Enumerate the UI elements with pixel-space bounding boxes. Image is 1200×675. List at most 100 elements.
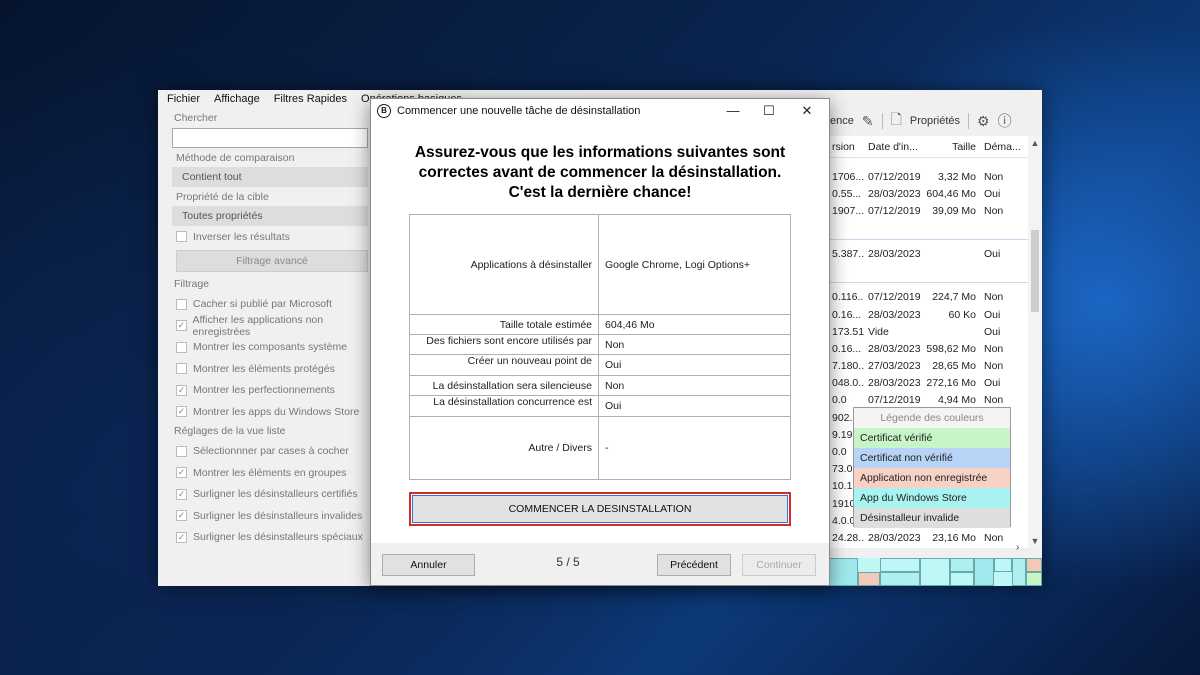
- treemap-cell[interactable]: [994, 558, 1012, 572]
- cell-date: 28/03/2023: [868, 248, 921, 261]
- table-row[interactable]: 5.387... 28/03/2023 Oui: [828, 246, 1028, 263]
- edit-icon[interactable]: ✎: [862, 113, 874, 130]
- filter-checkbox[interactable]: ✓ Surligner les désinstalleurs invalides: [166, 505, 374, 527]
- column-startup[interactable]: Déma...: [980, 141, 1028, 153]
- scroll-down-icon[interactable]: ▼: [1028, 536, 1042, 546]
- treemap-cell[interactable]: [880, 558, 920, 572]
- treemap-cell[interactable]: [974, 558, 994, 586]
- continue-button[interactable]: Continuer: [742, 554, 816, 576]
- group-separator: [828, 220, 1028, 240]
- target-select[interactable]: Toutes propriétés: [172, 206, 368, 226]
- scroll-thumb[interactable]: [1031, 230, 1039, 312]
- table-row[interactable]: 0.16... 28/03/2023 598,62 Mo Non: [828, 340, 1028, 357]
- checkbox-icon: [176, 231, 187, 243]
- cell-version: 173.51: [832, 325, 864, 338]
- cell-version: 1907....: [832, 204, 864, 217]
- info-icon[interactable]: ⓘ: [998, 111, 1012, 131]
- summary-value: Non: [598, 334, 791, 355]
- cell-version: 0.55...: [832, 187, 862, 200]
- menu-file[interactable]: Fichier: [167, 93, 200, 105]
- legend-title: Légende des couleurs: [880, 412, 984, 424]
- treemap-cell[interactable]: [1026, 558, 1042, 572]
- checkmark-icon: ✓: [176, 531, 187, 543]
- cell-date: 28/03/2023: [868, 187, 921, 200]
- toolbar-partial-label[interactable]: ence: [830, 115, 854, 127]
- close-icon[interactable]: ✕: [789, 99, 825, 123]
- invert-results-checkbox[interactable]: Inverser les résultats: [166, 226, 374, 248]
- filter-checkbox[interactable]: ✓ Afficher les applications non enregistr…: [166, 314, 374, 338]
- table-row[interactable]: 1907.... 07/12/2019 39,09 Mo Non: [828, 202, 1028, 219]
- column-size[interactable]: Taille: [922, 141, 980, 153]
- summary-value: Google Chrome, Logi Options+: [598, 214, 791, 315]
- column-version[interactable]: rsion: [828, 141, 864, 153]
- filter-checkbox[interactable]: Sélectionnner par cases à cocher: [166, 441, 374, 463]
- previous-button[interactable]: Précédent: [657, 554, 731, 576]
- cell-version: 5.387...: [832, 248, 864, 261]
- start-uninstall-button[interactable]: COMMENCER LA DESINSTALLATION: [409, 492, 791, 526]
- filter-checkbox[interactable]: ✓ Montrer les apps du Windows Store: [166, 401, 374, 423]
- cell-date: 07/12/2019: [868, 291, 921, 304]
- column-install-date[interactable]: Date d'in...: [864, 141, 922, 153]
- document-icon: 🗋: [890, 111, 902, 127]
- search-input[interactable]: [172, 128, 368, 148]
- filter-checkbox[interactable]: ✓ Montrer les éléments en groupes: [166, 462, 374, 484]
- table-row[interactable]: 173.51 Vide Oui: [828, 323, 1028, 340]
- cancel-button[interactable]: Annuler: [382, 554, 475, 576]
- treemap-cell[interactable]: [858, 572, 880, 586]
- filter-checkbox[interactable]: ✓ Montrer les perfectionnements: [166, 380, 374, 402]
- table-row[interactable]: 24.28... 28/03/2023 23,16 Mo Non: [828, 529, 1028, 546]
- treemap-cell[interactable]: [828, 558, 858, 586]
- checkbox-icon: [176, 445, 187, 457]
- maximize-icon[interactable]: ☐: [751, 99, 787, 123]
- filtering-list: Cacher si publié par Microsoft ✓ Afficher …: [166, 294, 374, 423]
- filter-checkbox[interactable]: Cacher si publié par Microsoft: [166, 294, 374, 316]
- cell-version: 0.116...: [832, 291, 864, 304]
- legend-item: Certificat vérifié: [854, 428, 1010, 448]
- gear-icon[interactable]: ⚙: [977, 113, 990, 130]
- toolbar: ence ✎ 🗋 Propriétés ⚙ ⓘ: [828, 110, 1042, 132]
- cell-startup: Non: [984, 360, 1004, 373]
- summary-key: La désinstallation sera silencieuse: [409, 375, 599, 396]
- summary-row: Des fichiers sont encore utilisés par No…: [409, 334, 791, 355]
- rows-group-1: 1706.... 07/12/2019 3,32 Mo Non 0.55... 28/03…: [828, 168, 1028, 220]
- table-row[interactable]: 0.16... 28/03/2023 60 Ko Oui: [828, 306, 1028, 323]
- cell-startup: Oui: [984, 377, 1001, 390]
- filter-checkbox[interactable]: ✓ Surligner les désinstalleurs certifiés: [166, 484, 374, 506]
- size-treemap[interactable]: [828, 558, 1042, 586]
- cell-startup: Non: [984, 291, 1004, 304]
- cell-date: 28/03/2023: [868, 531, 921, 544]
- cell-date: 07/12/2019: [868, 170, 921, 183]
- vertical-scrollbar[interactable]: ▲ ▼: [1028, 136, 1042, 548]
- comparison-select[interactable]: Contient tout: [172, 167, 368, 187]
- cell-version: 0.16...: [832, 308, 862, 321]
- scroll-up-icon[interactable]: ▲: [1028, 138, 1042, 148]
- treemap-cell[interactable]: [950, 558, 974, 572]
- filter-checkbox[interactable]: Montrer les éléments protégés: [166, 358, 374, 380]
- target-label: Propriété de la cible: [176, 191, 269, 203]
- menu-view[interactable]: Affichage: [214, 93, 260, 105]
- dialog-heading: Assurez-vous que les informations suivan…: [414, 144, 786, 201]
- side-panel: Chercher Méthode de comparaison Contient…: [166, 110, 374, 548]
- table-row[interactable]: 1706.... 07/12/2019 3,32 Mo Non: [828, 168, 1028, 185]
- treemap-cell[interactable]: [1012, 558, 1026, 586]
- treemap-cell[interactable]: [920, 558, 950, 586]
- advanced-filter-button[interactable]: Filtrage avancé: [176, 249, 368, 272]
- table-row[interactable]: 0.55... 28/03/2023 604,46 Mo Oui: [828, 185, 1028, 202]
- table-row[interactable]: 048.0... 28/03/2023 272,16 Mo Oui: [828, 375, 1028, 392]
- table-row[interactable]: 0.116... 07/12/2019 224,7 Mo Non: [828, 289, 1028, 306]
- table-row[interactable]: 7.180... 27/03/2023 28,65 Mo Non: [828, 358, 1028, 375]
- treemap-cell[interactable]: [880, 572, 920, 586]
- filter-checkbox[interactable]: ✓ Surligner les désinstalleurs spéciaux: [166, 527, 374, 549]
- scroll-right-icon[interactable]: ›: [1016, 542, 1019, 553]
- checkmark-icon: ✓: [176, 467, 187, 479]
- menu-quick-filters[interactable]: Filtres Rapides: [274, 93, 347, 105]
- filtering-group-title: Filtrage: [174, 277, 210, 290]
- summary-value: Oui: [598, 395, 791, 417]
- treemap-cell[interactable]: [950, 572, 974, 586]
- treemap-cell[interactable]: [1026, 572, 1042, 586]
- filter-checkbox[interactable]: Montrer les composants système: [166, 337, 374, 359]
- properties-button[interactable]: Propriétés: [910, 115, 960, 127]
- comparison-label: Méthode de comparaison: [176, 152, 295, 164]
- minimize-icon[interactable]: —: [715, 99, 751, 123]
- cell-version: 7.180...: [832, 360, 864, 373]
